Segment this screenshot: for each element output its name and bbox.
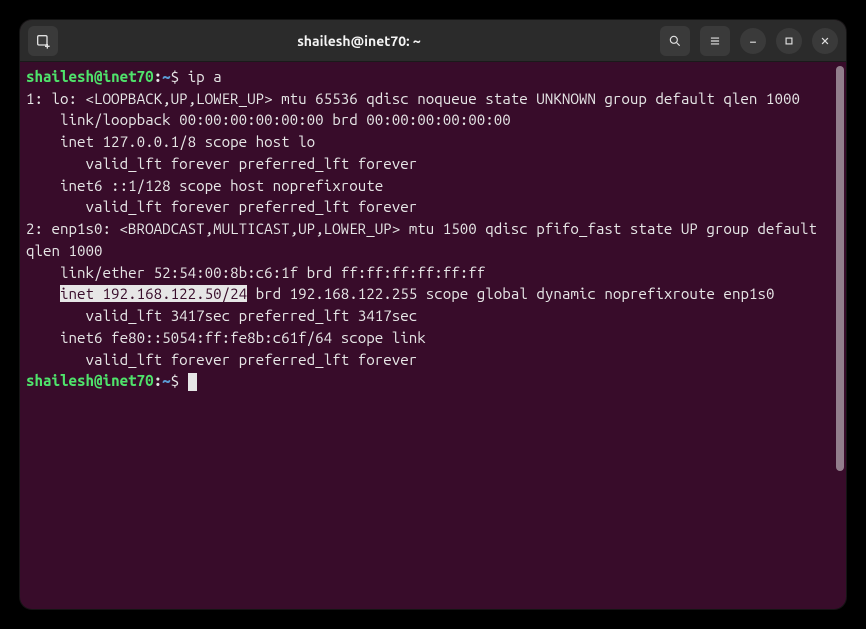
close-button[interactable]: [812, 28, 838, 54]
minimize-icon: [746, 34, 760, 48]
terminal-window: shailesh@inet70: ~ shailesh@inet70:~$ ip…: [20, 20, 846, 609]
out-l9a: [26, 285, 60, 302]
prompt-path: ~: [162, 68, 171, 85]
prompt2-at: @: [94, 372, 103, 389]
maximize-icon: [782, 34, 796, 48]
out-l5: inet6 ::1/128 scope host noprefixroute: [26, 177, 383, 194]
out-l10: valid_lft 3417sec preferred_lft 3417sec: [26, 307, 417, 324]
prompt2-dollar: $: [171, 372, 180, 389]
out-l2: link/loopback 00:00:00:00:00:00 brd 00:0…: [26, 111, 511, 128]
cursor: [188, 373, 197, 391]
hamburger-icon: [708, 34, 722, 48]
scrollbar-thumb[interactable]: [836, 66, 844, 471]
search-button[interactable]: [660, 26, 690, 56]
prompt-user: shailesh: [26, 68, 94, 85]
command-text: ip a: [188, 68, 222, 85]
out-l8: link/ether 52:54:00:8b:c6:1f brd ff:ff:f…: [26, 264, 485, 281]
terminal-content: shailesh@inet70:~$ ip a 1: lo: <LOOPBACK…: [26, 66, 840, 392]
prompt2-colon: :: [154, 372, 163, 389]
titlebar: shailesh@inet70: ~: [20, 20, 846, 62]
out-l11: inet6 fe80::5054:ff:fe8b:c61f/64 scope l…: [26, 329, 426, 346]
terminal-body[interactable]: shailesh@inet70:~$ ip a 1: lo: <LOOPBACK…: [20, 62, 846, 609]
prompt-colon: :: [154, 68, 163, 85]
out-l7: 2: enp1s0: <BROADCAST,MULTICAST,UP,LOWER…: [26, 220, 825, 259]
prompt2-user: shailesh: [26, 372, 94, 389]
prompt2-path: ~: [162, 372, 171, 389]
out-l6: valid_lft forever preferred_lft forever: [26, 198, 417, 215]
close-icon: [818, 34, 832, 48]
prompt-at: @: [94, 68, 103, 85]
prompt-host: inet70: [103, 68, 154, 85]
window-title: shailesh@inet70: ~: [66, 33, 652, 49]
out-l4: valid_lft forever preferred_lft forever: [26, 155, 417, 172]
prompt-dollar: $: [171, 68, 180, 85]
out-l12: valid_lft forever preferred_lft forever: [26, 351, 417, 368]
search-icon: [668, 34, 682, 48]
menu-button[interactable]: [700, 26, 730, 56]
out-l1: 1: lo: <LOOPBACK,UP,LOWER_UP> mtu 65536 …: [26, 90, 800, 107]
highlighted-inet: inet 192.168.122.50/24: [60, 285, 247, 302]
maximize-button[interactable]: [776, 28, 802, 54]
out-l3: inet 127.0.0.1/8 scope host lo: [26, 133, 315, 150]
out-l9b: brd 192.168.122.255 scope global dynamic…: [247, 285, 774, 302]
prompt2-host: inet70: [103, 372, 154, 389]
new-tab-button[interactable]: [28, 26, 58, 56]
minimize-button[interactable]: [740, 28, 766, 54]
